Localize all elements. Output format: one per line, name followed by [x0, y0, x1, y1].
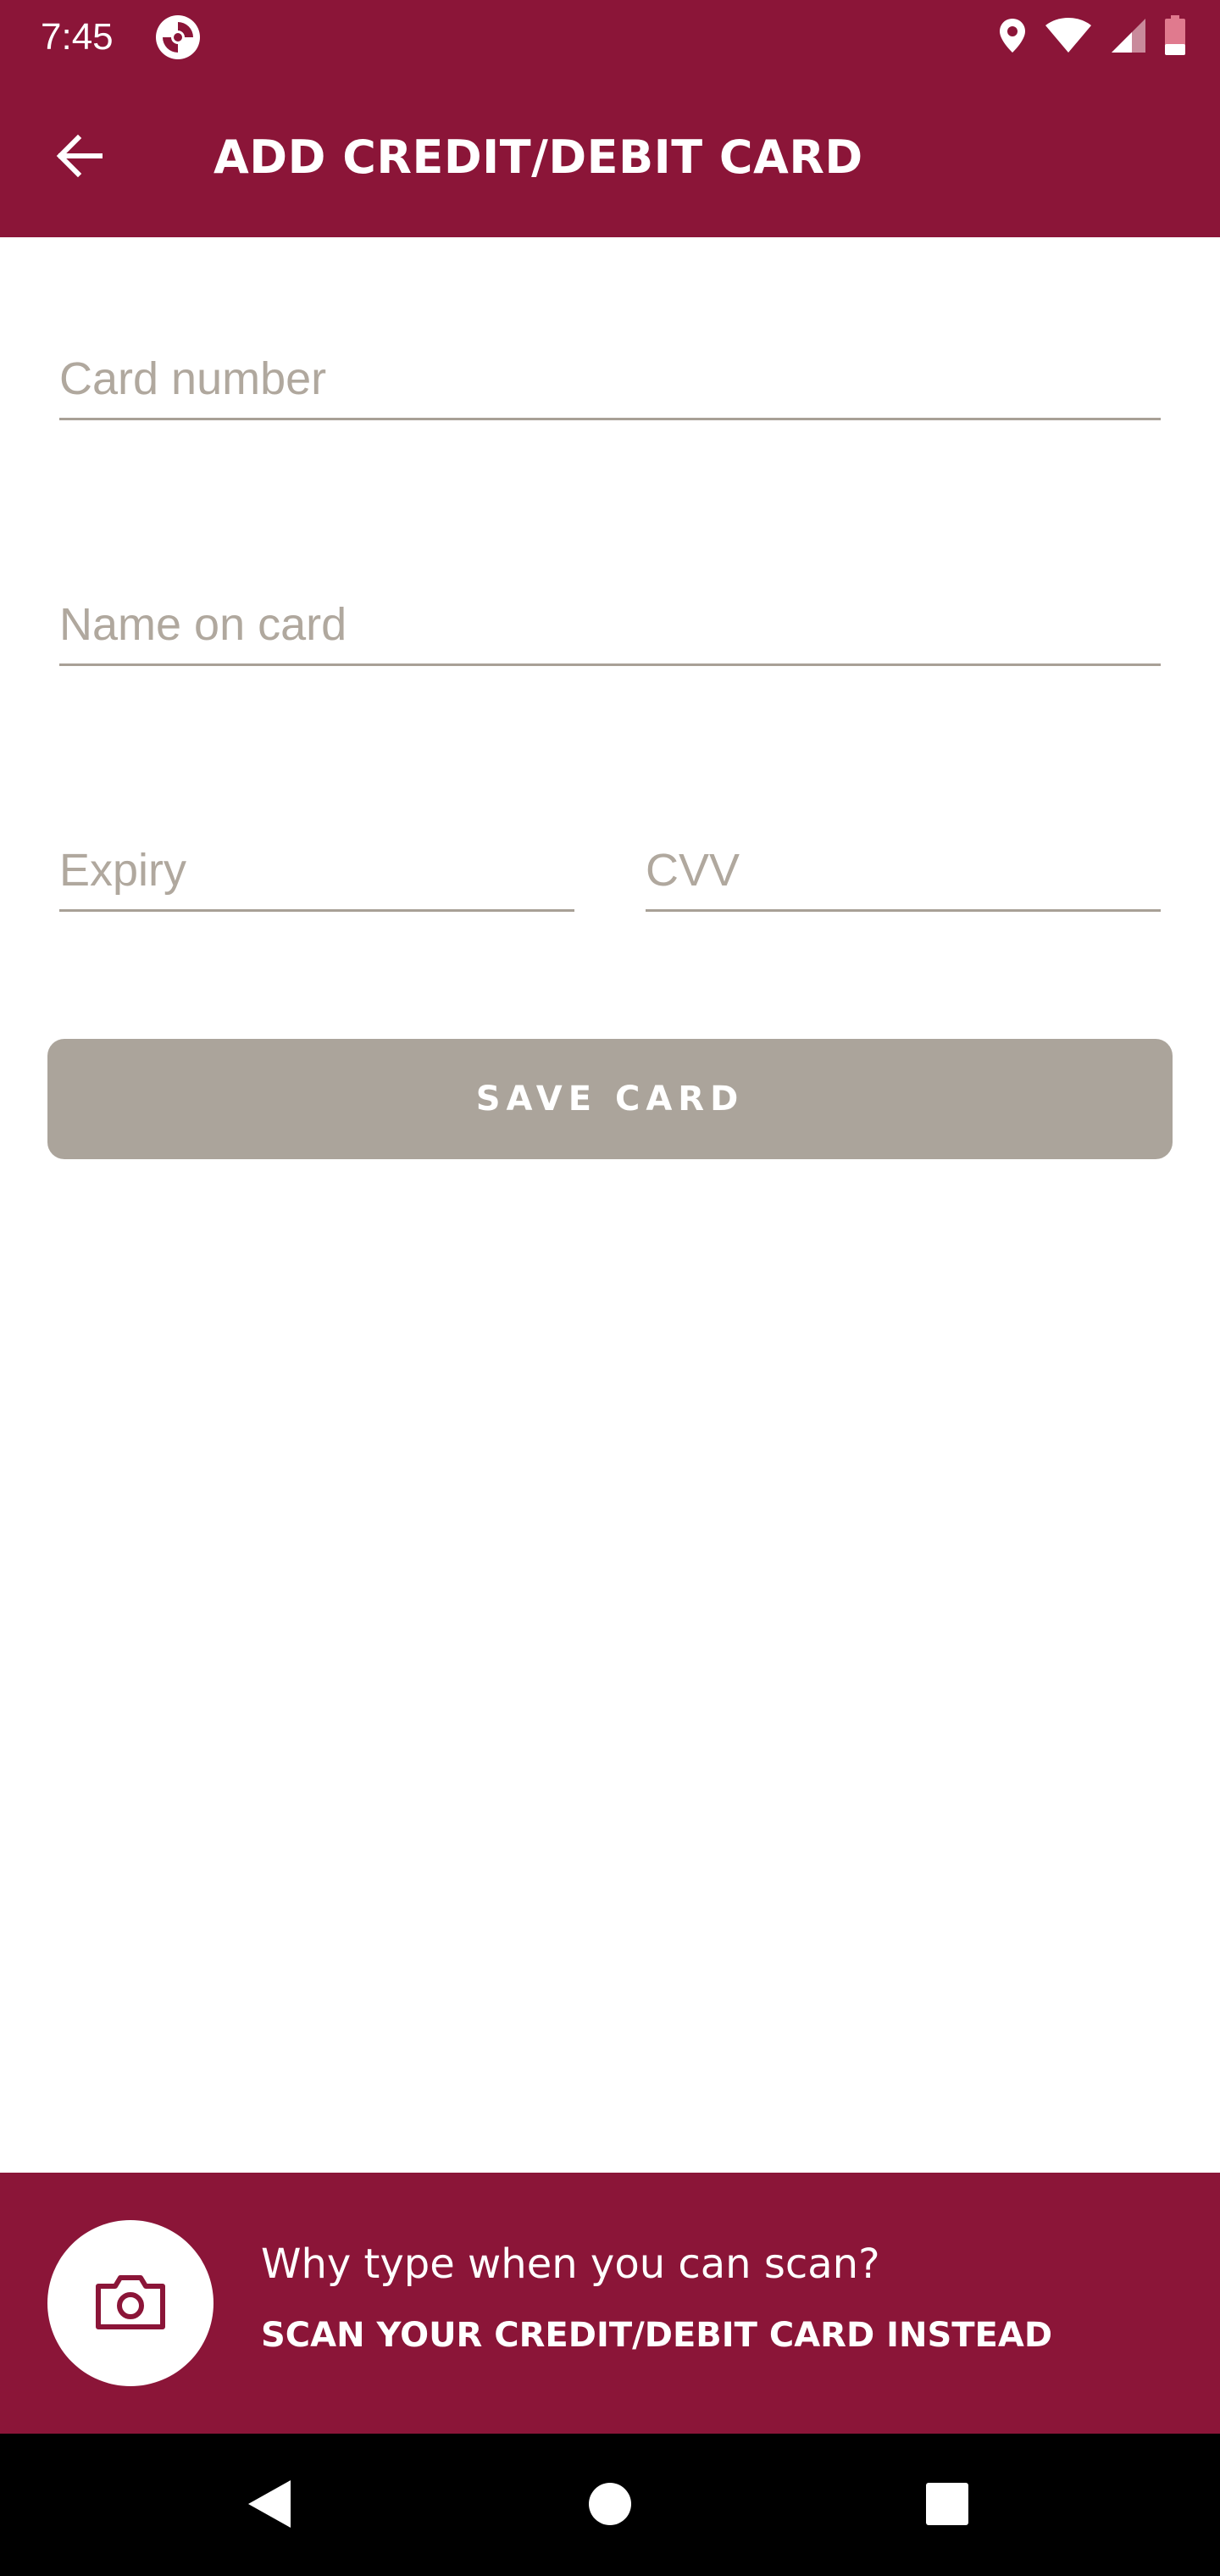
- nav-back-button[interactable]: [230, 2468, 307, 2544]
- card-number-input[interactable]: [59, 339, 1161, 418]
- card-number-field-wrapper: [59, 339, 1161, 420]
- save-card-label: SAVE CARD: [475, 1080, 745, 1119]
- scan-action-link[interactable]: SCAN YOUR CREDIT/DEBIT CARD INSTEAD: [261, 2312, 1052, 2359]
- battery-icon: [1164, 15, 1186, 59]
- nav-home-button[interactable]: [572, 2468, 648, 2544]
- app-bar: ADD CREDIT/DEBIT CARD: [0, 75, 1220, 237]
- app-notification-icon: [154, 14, 202, 61]
- nav-back-icon: [243, 2477, 294, 2534]
- cell-signal-icon: [1110, 17, 1147, 58]
- nav-recents-icon: [924, 2481, 970, 2530]
- cvv-input[interactable]: [646, 830, 1161, 909]
- cvv-field-wrapper: [646, 830, 1161, 912]
- back-button[interactable]: [37, 115, 122, 200]
- scan-question-text: Why type when you can scan?: [261, 2240, 880, 2288]
- system-nav-bar: [0, 2434, 1220, 2576]
- location-icon: [998, 17, 1027, 58]
- nav-recents-button[interactable]: [909, 2468, 985, 2544]
- wifi-icon: [1044, 17, 1093, 58]
- name-on-card-field-wrapper: [59, 585, 1161, 666]
- scan-camera-button[interactable]: [47, 2220, 214, 2386]
- name-on-card-input[interactable]: [59, 585, 1161, 663]
- save-card-button[interactable]: SAVE CARD: [47, 1039, 1173, 1159]
- arrow-back-icon: [54, 130, 105, 185]
- nav-home-icon: [587, 2481, 633, 2530]
- camera-icon: [93, 2271, 168, 2335]
- status-bar: 7:45: [0, 0, 1220, 75]
- expiry-field-wrapper: [59, 830, 574, 912]
- scan-card-banner[interactable]: Why type when you can scan? SCAN YOUR CR…: [0, 2173, 1220, 2434]
- page-title: ADD CREDIT/DEBIT CARD: [214, 130, 863, 184]
- status-time: 7:45: [41, 16, 114, 58]
- add-card-screen: 7:45 ADD CREDIT/DEBIT CARD Card number N…: [0, 0, 1220, 2576]
- expiry-input[interactable]: [59, 830, 574, 909]
- status-icons: [998, 15, 1186, 59]
